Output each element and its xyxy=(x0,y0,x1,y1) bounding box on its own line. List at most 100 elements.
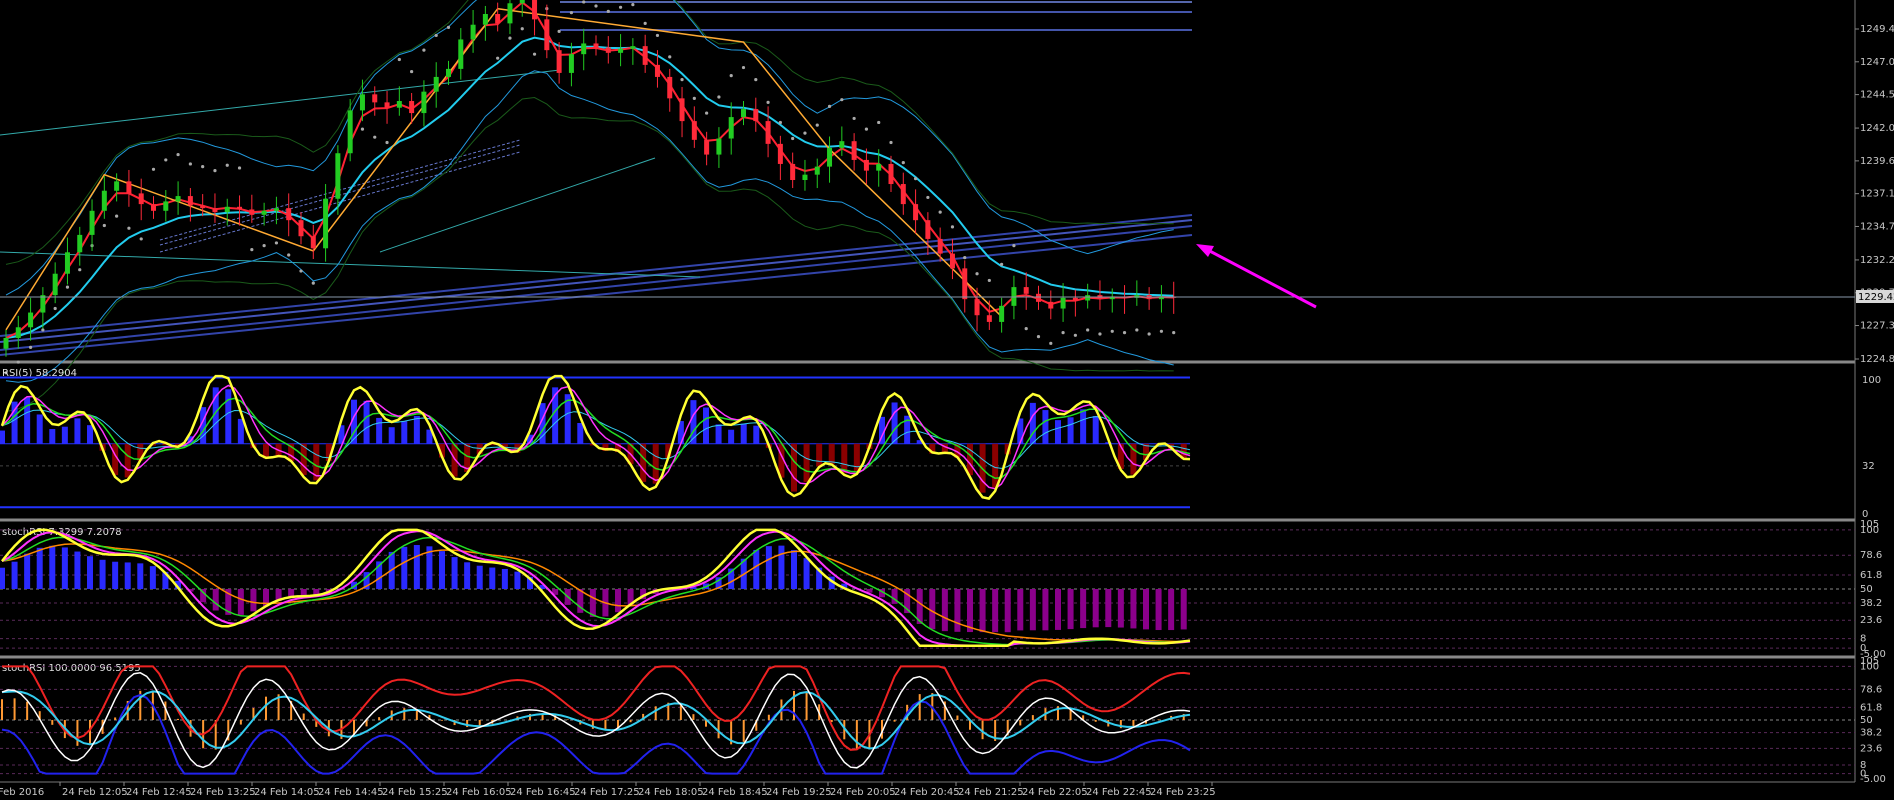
rsi-hist-positive xyxy=(703,407,709,444)
psar-dot xyxy=(705,111,709,115)
bear-candle xyxy=(777,143,783,164)
bear-candle xyxy=(937,238,943,254)
stoch-hist-positive xyxy=(87,556,93,589)
bear-candle xyxy=(1036,293,1041,302)
bear-candle xyxy=(200,205,206,209)
bear-candle xyxy=(138,193,144,205)
psar-dot xyxy=(274,241,279,245)
bull-candle xyxy=(470,24,476,40)
psar-dot xyxy=(397,57,401,62)
bear-candle xyxy=(704,139,710,155)
stoch-hist-positive xyxy=(378,717,381,720)
psar-dot xyxy=(164,158,168,162)
bull-candle xyxy=(224,206,230,213)
stoch-hist-negative xyxy=(1004,589,1011,633)
stoch-hist-positive xyxy=(413,545,420,589)
stoch-hist-negative xyxy=(992,589,999,633)
bull-candle xyxy=(519,0,525,4)
bull-candle xyxy=(618,48,624,53)
bear-candle xyxy=(851,141,857,160)
rsi-hist-negative xyxy=(640,443,647,482)
stoch-hist-positive xyxy=(36,547,43,589)
time-tick-label: 24 Feb 12:45 xyxy=(126,787,192,798)
psar-dot xyxy=(1147,332,1151,336)
bull-candle xyxy=(89,210,95,235)
stoch-hist-positive xyxy=(753,549,760,589)
bull-candle xyxy=(77,234,83,253)
rsi-hist-positive xyxy=(1055,420,1061,444)
stoch-hist-negative xyxy=(300,589,307,596)
rsi-hist-positive xyxy=(753,425,760,444)
time-tick-label: 24 Feb 17:25 xyxy=(574,787,640,798)
bear-candle xyxy=(974,299,980,316)
bear-candle xyxy=(986,315,992,322)
psar-dot xyxy=(852,116,856,121)
price-tick-label: 1247.03 xyxy=(1860,57,1894,68)
stoch-tick-label: 38.2 xyxy=(1860,598,1882,609)
bull-candle xyxy=(1060,297,1066,309)
rsi-hist-negative xyxy=(124,443,131,478)
time-tick-label: 24 Feb 16:45 xyxy=(510,787,576,798)
stoch-hist-negative xyxy=(855,720,858,750)
rsi-hist-positive xyxy=(363,400,370,444)
psar-dot xyxy=(1036,335,1041,339)
bear-candle xyxy=(151,204,156,211)
stoch-hist-positive xyxy=(61,547,68,589)
time-tick-label: 24 Feb 20:45 xyxy=(894,787,960,798)
stoch-hist-negative xyxy=(717,720,720,739)
psar-dot xyxy=(840,98,844,102)
stoch-hist-positive xyxy=(805,692,808,720)
rsi-hist-positive xyxy=(740,423,747,444)
rsi-hist-negative xyxy=(1130,443,1137,475)
psar-dot xyxy=(151,167,156,171)
bear-candle xyxy=(212,208,218,213)
bull-candle xyxy=(273,208,279,211)
rsi-hist-positive xyxy=(1042,410,1049,444)
psar-dot xyxy=(889,140,893,145)
rsi-tick-label: 100 xyxy=(1862,375,1881,386)
price-tick-label: 1237.18 xyxy=(1860,189,1894,200)
rsi-hist-positive xyxy=(728,429,735,444)
stoch-hist-positive xyxy=(11,561,18,589)
stoch-hist-positive xyxy=(177,718,179,720)
trading-chart[interactable]: 1249.48 1247.03 1244.58 1242.08 1239.63 1237.… xyxy=(0,0,1894,800)
stoch-hist-negative xyxy=(1019,720,1022,726)
stoch-hist-positive xyxy=(149,566,156,589)
rsi-hist-negative xyxy=(992,443,999,488)
stoch-hist-negative xyxy=(954,589,961,632)
psar-dot xyxy=(1061,331,1065,335)
psar-dot xyxy=(1135,328,1139,332)
bear-candle xyxy=(126,181,132,194)
psar-dot xyxy=(434,33,438,38)
psar-dot xyxy=(287,253,291,257)
stoch-hist-negative xyxy=(941,589,948,632)
stoch-tick-label: 50 xyxy=(1860,715,1873,726)
bear-candle xyxy=(1023,287,1029,294)
psar-dot xyxy=(410,69,414,74)
bear-candle xyxy=(187,196,193,206)
stoch-hist-negative xyxy=(929,589,936,630)
psar-dot xyxy=(28,345,33,349)
rsi-hist-positive xyxy=(237,418,244,444)
rsi-hist-positive xyxy=(577,423,584,444)
stoch-hist-positive xyxy=(803,558,810,589)
bull-candle xyxy=(1011,287,1017,306)
bull-candle xyxy=(728,117,734,139)
psar-dot xyxy=(987,278,991,283)
bear-candle xyxy=(237,206,243,210)
stoch-hist-positive xyxy=(654,706,657,720)
stoch-hist-positive xyxy=(1031,715,1034,720)
bear-candle xyxy=(913,204,919,221)
stoch-hist-negative xyxy=(1105,589,1112,628)
stoch-hist-negative xyxy=(1055,589,1061,630)
psar-dot xyxy=(569,11,574,15)
psar-dot xyxy=(729,73,733,78)
psar-dot xyxy=(188,162,192,166)
psar-dot xyxy=(631,3,635,7)
stoch-hist-positive xyxy=(765,546,772,589)
bull-candle xyxy=(568,54,574,73)
stoch-hist-positive xyxy=(13,698,16,720)
psar-dot xyxy=(532,52,537,56)
bull-candle xyxy=(581,43,587,55)
psar-dot xyxy=(176,152,180,157)
